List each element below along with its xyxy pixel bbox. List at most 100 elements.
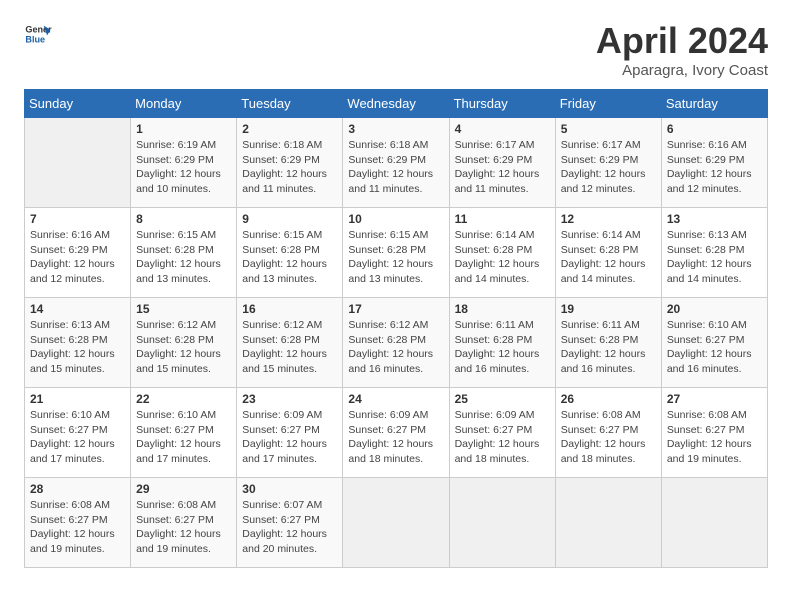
header: General Blue April 2024 Aparagra, Ivory …: [24, 20, 768, 79]
day-number: 21: [30, 392, 125, 406]
day-number: 23: [242, 392, 337, 406]
day-number: 2: [242, 122, 337, 136]
header-sunday: Sunday: [25, 90, 131, 118]
day-info: Sunrise: 6:14 AMSunset: 6:28 PMDaylight:…: [455, 228, 550, 287]
calendar-cell: 4Sunrise: 6:17 AMSunset: 6:29 PMDaylight…: [449, 118, 555, 208]
day-info: Sunrise: 6:14 AMSunset: 6:28 PMDaylight:…: [561, 228, 656, 287]
calendar-cell: [661, 478, 767, 568]
day-info: Sunrise: 6:12 AMSunset: 6:28 PMDaylight:…: [136, 318, 231, 377]
calendar-cell: [343, 478, 449, 568]
day-info: Sunrise: 6:12 AMSunset: 6:28 PMDaylight:…: [348, 318, 443, 377]
day-info: Sunrise: 6:08 AMSunset: 6:27 PMDaylight:…: [136, 498, 231, 557]
day-info: Sunrise: 6:15 AMSunset: 6:28 PMDaylight:…: [242, 228, 337, 287]
day-info: Sunrise: 6:07 AMSunset: 6:27 PMDaylight:…: [242, 498, 337, 557]
calendar-cell: 10 Sunrise: 6:15 AMSunset: 6:28 PMDayligh…: [343, 208, 449, 298]
day-number: 10: [348, 212, 443, 226]
day-info: Sunrise: 6:09 AMSunset: 6:27 PMDaylight:…: [348, 408, 443, 467]
calendar-cell: 28 Sunrise: 6:08 AMSunset: 6:27 PMDayligh…: [25, 478, 131, 568]
day-number: 29: [136, 482, 231, 496]
day-number: 28: [30, 482, 125, 496]
day-number: 8: [136, 212, 231, 226]
day-number: 17: [348, 302, 443, 316]
day-info: Sunrise: 6:17 AMSunset: 6:29 PMDaylight:…: [455, 138, 550, 197]
header-thursday: Thursday: [449, 90, 555, 118]
day-info: Sunrise: 6:13 AMSunset: 6:28 PMDaylight:…: [30, 318, 125, 377]
day-info: Sunrise: 6:15 AMSunset: 6:28 PMDaylight:…: [136, 228, 231, 287]
calendar-cell: 24 Sunrise: 6:09 AMSunset: 6:27 PMDayligh…: [343, 388, 449, 478]
day-number: 16: [242, 302, 337, 316]
calendar-cell: 1 Sunrise: 6:19 AMSunset: 6:29 PMDaylight…: [131, 118, 237, 208]
calendar-cell: 26 Sunrise: 6:08 AMSunset: 6:27 PMDayligh…: [555, 388, 661, 478]
day-info: Sunrise: 6:11 AMSunset: 6:28 PMDaylight:…: [561, 318, 656, 377]
day-number: 7: [30, 212, 125, 226]
main-title: April 2024: [596, 20, 768, 62]
calendar-cell: 7 Sunrise: 6:16 AMSunset: 6:29 PMDaylight…: [25, 208, 131, 298]
header-monday: Monday: [131, 90, 237, 118]
calendar-cell: 3 Sunrise: 6:18 AMSunset: 6:29 PMDaylight…: [343, 118, 449, 208]
day-number: 30: [242, 482, 337, 496]
calendar-cell: 21Sunrise: 6:10 AMSunset: 6:27 PMDayligh…: [25, 388, 131, 478]
week-row-4: 21 Sunrise: 6:10 AMSunset: 6:27 PMDayligh…: [25, 388, 768, 478]
day-info: Sunrise: 6:10 AMSunset: 6:27 PMDaylight:…: [667, 318, 762, 377]
calendar-cell: 12 Sunrise: 6:14 AMSunset: 6:28 PMDayligh…: [555, 208, 661, 298]
calendar-header-row: SundayMondayTuesdayWednesdayThursdayFrid…: [25, 90, 768, 118]
calendar-cell: 25Sunrise: 6:09 AMSunset: 6:27 PMDayligh…: [449, 388, 555, 478]
day-number: 11: [455, 212, 550, 226]
calendar-cell: 22 Sunrise: 6:10 AMSunset: 6:27 PMDayligh…: [131, 388, 237, 478]
day-number: 24: [348, 392, 443, 406]
header-tuesday: Tuesday: [237, 90, 343, 118]
day-number: 3: [348, 122, 443, 136]
calendar-cell: 17 Sunrise: 6:12 AMSunset: 6:28 PMDayligh…: [343, 298, 449, 388]
day-info: Sunrise: 6:16 AMSunset: 6:29 PMDaylight:…: [30, 228, 125, 287]
calendar-table: SundayMondayTuesdayWednesdayThursdayFrid…: [24, 89, 768, 568]
title-area: April 2024 Aparagra, Ivory Coast: [596, 20, 768, 79]
day-info: Sunrise: 6:09 AMSunset: 6:27 PMDaylight:…: [455, 408, 550, 467]
calendar-cell: 19 Sunrise: 6:11 AMSunset: 6:28 PMDayligh…: [555, 298, 661, 388]
week-row-5: 28 Sunrise: 6:08 AMSunset: 6:27 PMDayligh…: [25, 478, 768, 568]
day-info: Sunrise: 6:11 AMSunset: 6:28 PMDaylight:…: [455, 318, 550, 377]
calendar-cell: 16 Sunrise: 6:12 AMSunset: 6:28 PMDayligh…: [237, 298, 343, 388]
day-info: Sunrise: 6:08 AMSunset: 6:27 PMDaylight:…: [30, 498, 125, 557]
day-number: 22: [136, 392, 231, 406]
calendar-cell: 29 Sunrise: 6:08 AMSunset: 6:27 PMDayligh…: [131, 478, 237, 568]
calendar-cell: 27Sunrise: 6:08 AMSunset: 6:27 PMDayligh…: [661, 388, 767, 478]
day-info: Sunrise: 6:16 AMSunset: 6:29 PMDaylight:…: [667, 138, 762, 197]
day-number: 26: [561, 392, 656, 406]
day-number: 1: [136, 122, 231, 136]
day-number: 9: [242, 212, 337, 226]
day-number: 12: [561, 212, 656, 226]
day-info: Sunrise: 6:10 AMSunset: 6:27 PMDaylight:…: [136, 408, 231, 467]
day-info: Sunrise: 6:19 AMSunset: 6:29 PMDaylight:…: [136, 138, 231, 197]
header-friday: Friday: [555, 90, 661, 118]
calendar-cell: 8 Sunrise: 6:15 AMSunset: 6:28 PMDaylight…: [131, 208, 237, 298]
calendar-cell: 14 Sunrise: 6:13 AMSunset: 6:28 PMDayligh…: [25, 298, 131, 388]
day-number: 6: [667, 122, 762, 136]
day-info: Sunrise: 6:15 AMSunset: 6:28 PMDaylight:…: [348, 228, 443, 287]
day-info: Sunrise: 6:12 AMSunset: 6:28 PMDaylight:…: [242, 318, 337, 377]
day-info: Sunrise: 6:09 AMSunset: 6:27 PMDaylight:…: [242, 408, 337, 467]
calendar-cell: 15 Sunrise: 6:12 AMSunset: 6:28 PMDayligh…: [131, 298, 237, 388]
subtitle: Aparagra, Ivory Coast: [596, 62, 768, 79]
week-row-3: 14 Sunrise: 6:13 AMSunset: 6:28 PMDayligh…: [25, 298, 768, 388]
day-info: Sunrise: 6:18 AMSunset: 6:29 PMDaylight:…: [348, 138, 443, 197]
day-number: 15: [136, 302, 231, 316]
calendar-cell: [449, 478, 555, 568]
calendar-cell: 9 Sunrise: 6:15 AMSunset: 6:28 PMDaylight…: [237, 208, 343, 298]
day-info: Sunrise: 6:08 AMSunset: 6:27 PMDaylight:…: [667, 408, 762, 467]
day-info: Sunrise: 6:17 AMSunset: 6:29 PMDaylight:…: [561, 138, 656, 197]
svg-text:Blue: Blue: [25, 34, 45, 44]
calendar-cell: 11 Sunrise: 6:14 AMSunset: 6:28 PMDayligh…: [449, 208, 555, 298]
day-number: 19: [561, 302, 656, 316]
calendar-cell: [25, 118, 131, 208]
calendar-cell: 2Sunrise: 6:18 AMSunset: 6:29 PMDaylight…: [237, 118, 343, 208]
week-row-1: 1 Sunrise: 6:19 AMSunset: 6:29 PMDaylight…: [25, 118, 768, 208]
header-saturday: Saturday: [661, 90, 767, 118]
day-number: 14: [30, 302, 125, 316]
calendar-cell: [555, 478, 661, 568]
calendar-cell: 6 Sunrise: 6:16 AMSunset: 6:29 PMDaylight…: [661, 118, 767, 208]
day-info: Sunrise: 6:08 AMSunset: 6:27 PMDaylight:…: [561, 408, 656, 467]
week-row-2: 7 Sunrise: 6:16 AMSunset: 6:29 PMDaylight…: [25, 208, 768, 298]
calendar-cell: 23 Sunrise: 6:09 AMSunset: 6:27 PMDayligh…: [237, 388, 343, 478]
calendar-cell: 18Sunrise: 6:11 AMSunset: 6:28 PMDayligh…: [449, 298, 555, 388]
logo: General Blue: [24, 20, 52, 48]
